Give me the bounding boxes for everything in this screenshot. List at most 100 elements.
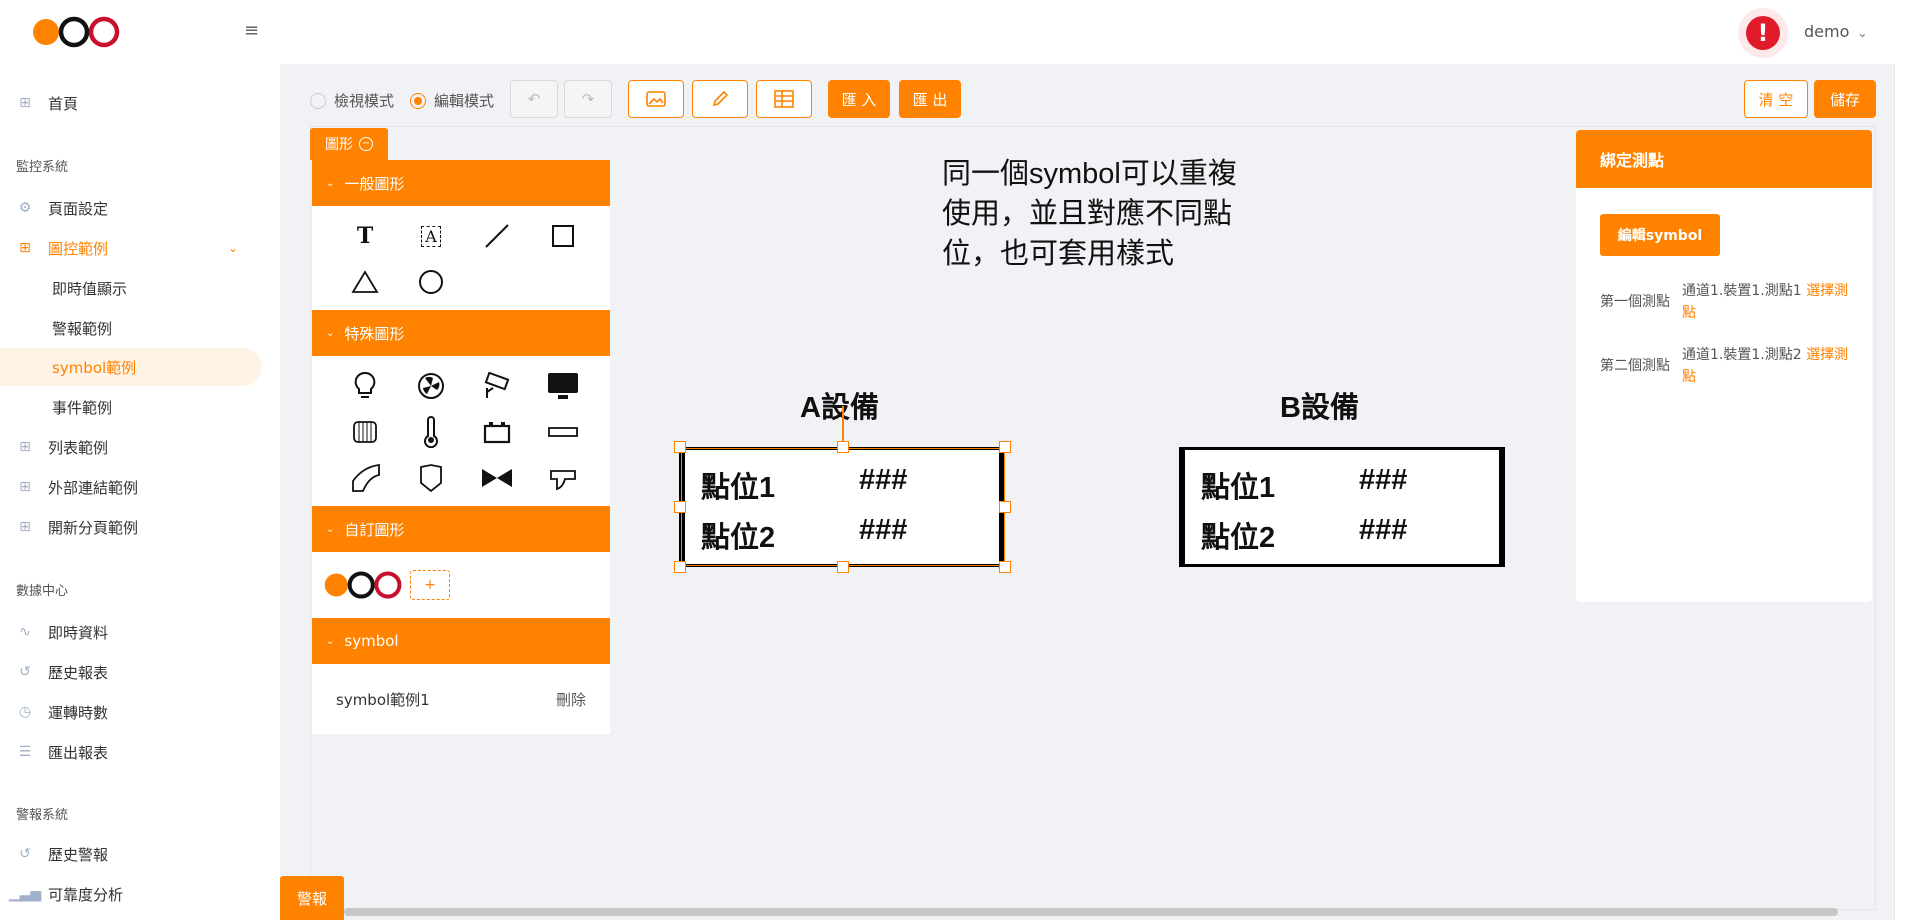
- hamburger-icon[interactable]: ≡: [244, 22, 260, 40]
- history-icon: ↺: [19, 664, 31, 680]
- pipe-icon[interactable]: [530, 416, 596, 448]
- transformer-icon[interactable]: [332, 416, 398, 448]
- edit-symbol-button[interactable]: 編輯symbol: [1600, 214, 1720, 256]
- resize-handle[interactable]: [674, 501, 686, 513]
- view-mode-radio[interactable]: 檢視模式: [310, 90, 394, 111]
- bind-points-panel: 綁定測點 編輯symbol 第一個測點 通道1.裝置1.測點1 選擇測點 第二個…: [1576, 130, 1872, 602]
- point-row-1: 點位1 ###: [1201, 464, 1408, 504]
- grid-icon: ⊞: [19, 240, 31, 256]
- resize-handle[interactable]: [999, 561, 1011, 573]
- symbol-item-name: symbol範例1: [336, 690, 430, 709]
- image-icon: [646, 91, 666, 107]
- undo-button[interactable]: ↶: [510, 80, 558, 118]
- resize-handle[interactable]: [999, 501, 1011, 513]
- sidebar-item-event-example[interactable]: 事件範例: [0, 388, 262, 426]
- selection-outline: [681, 448, 1005, 566]
- sidebar-item-export-report[interactable]: ☰ 匯出報表: [0, 733, 262, 771]
- sidebar-item-realtime-display[interactable]: 即時值顯示: [0, 269, 262, 307]
- chevron-down-icon: ⌄: [1857, 26, 1868, 40]
- user-menu[interactable]: demo ⌄: [1804, 22, 1867, 41]
- equipment-b-symbol[interactable]: 點位1 ### 點位2 ###: [1179, 447, 1505, 567]
- equipment-a-title[interactable]: A設備: [800, 384, 879, 426]
- camera-icon[interactable]: [464, 370, 530, 402]
- sidebar-item-reliability[interactable]: ▁▃▅ 可靠度分析: [0, 875, 262, 913]
- draw-button[interactable]: [692, 80, 748, 118]
- chevron-down-icon: ⌄: [326, 177, 335, 189]
- rectangle-shape-icon[interactable]: [530, 220, 596, 252]
- triangle-shape-icon[interactable]: [332, 266, 398, 298]
- resize-handle[interactable]: [999, 441, 1011, 453]
- chevron-down-icon: ⌄: [326, 523, 335, 535]
- alarm-button[interactable]: 警報: [280, 876, 344, 920]
- custom-shapes-row: +: [312, 552, 610, 618]
- image-button[interactable]: [628, 80, 684, 118]
- resize-handle[interactable]: [837, 441, 849, 453]
- monitor-icon[interactable]: [530, 370, 596, 402]
- sidebar-item-run-hours[interactable]: ◷ 運轉時數: [0, 693, 262, 731]
- sidebar-item-realtime-data[interactable]: ∿ 即時資料: [0, 613, 262, 651]
- sidebar-item-history-alarm[interactable]: ↺ 歷史警報: [0, 835, 262, 873]
- top-bar: ≡ ! demo ⌄: [0, 0, 1906, 64]
- undo-icon: ↶: [527, 90, 541, 108]
- redo-icon: ↷: [581, 90, 595, 108]
- export-button[interactable]: 匯 出: [899, 80, 961, 118]
- table-button[interactable]: [756, 80, 812, 118]
- horizontal-scrollbar[interactable]: [344, 908, 1838, 916]
- import-button[interactable]: 匯 入: [828, 80, 890, 118]
- valve-icon[interactable]: [464, 462, 530, 494]
- section-alarm-system: 警報系統: [16, 808, 69, 823]
- shape-panel-toggle[interactable]: 圖形 −: [310, 128, 388, 160]
- vertical-scrollbar[interactable]: [1894, 64, 1906, 920]
- equipment-b-title[interactable]: B設備: [1280, 384, 1359, 426]
- exclamation-icon[interactable]: !: [1746, 16, 1780, 50]
- symbol-header[interactable]: ⌄ symbol: [312, 618, 610, 664]
- bulb-icon[interactable]: [332, 370, 398, 402]
- sidebar-item-external-link[interactable]: ⊞ 外部連結範例: [0, 468, 262, 506]
- circle-shape-icon[interactable]: [398, 266, 464, 298]
- sidebar-item-alarm-example[interactable]: 警報範例: [0, 309, 262, 347]
- oco-logo[interactable]: [30, 14, 122, 50]
- sidebar-item-list-examples[interactable]: ⊞ 列表範例: [0, 428, 262, 466]
- sidebar: ⊞ 首頁 監控系統 ⚙ 頁面設定 ⊞ 圖控範例 ⌄ 即時值顯示 警報範例 symbol…: [0, 64, 280, 920]
- sidebar-item-history-report[interactable]: ↺ 歷史報表: [0, 653, 262, 691]
- special-shapes-header[interactable]: ⌄ 特殊圖形: [312, 310, 610, 356]
- shape-panel: ⌄ 一般圖形 T A ⌄ 特殊圖形 ⌄ 自訂圖形 + ⌄ symbol symb…: [312, 160, 610, 734]
- pipe-bend-icon[interactable]: [530, 462, 596, 494]
- section-monitor: 監控系統: [16, 160, 69, 175]
- save-button[interactable]: 儲存: [1814, 80, 1876, 118]
- section-data-center: 數據中心: [16, 584, 69, 599]
- sidebar-item-graphic-examples[interactable]: ⊞ 圖控範例 ⌄: [0, 229, 262, 267]
- point-row-2: 點位2 ###: [1201, 514, 1408, 554]
- add-custom-shape-button[interactable]: +: [410, 570, 450, 600]
- custom-shapes-header[interactable]: ⌄ 自訂圖形: [312, 506, 610, 552]
- battery-icon[interactable]: [464, 416, 530, 448]
- sidebar-item-home[interactable]: ⊞ 首頁: [0, 84, 262, 122]
- delete-symbol-button[interactable]: 刪除: [556, 689, 586, 710]
- textbox-shape-icon[interactable]: A: [398, 220, 464, 252]
- oco-logo-custom-shape[interactable]: [322, 569, 404, 601]
- minus-circle-icon: −: [359, 137, 373, 151]
- symbol-list-item[interactable]: symbol範例1 刪除: [312, 664, 610, 734]
- resize-handle[interactable]: [674, 441, 686, 453]
- resize-handle[interactable]: [837, 561, 849, 573]
- clear-button[interactable]: 清 空: [1744, 80, 1808, 118]
- user-name: demo: [1804, 22, 1850, 41]
- table-icon: [774, 90, 794, 108]
- history-icon: ↺: [19, 846, 31, 862]
- thermometer-icon[interactable]: [398, 416, 464, 448]
- general-shapes-grid: T A: [312, 206, 610, 310]
- text-shape-icon[interactable]: T: [332, 220, 398, 252]
- sidebar-item-page-setting[interactable]: ⚙ 頁面設定: [0, 189, 262, 227]
- line-shape-icon[interactable]: [464, 220, 530, 252]
- resize-handle[interactable]: [674, 561, 686, 573]
- sidebar-item-new-tab[interactable]: ⊞ 開新分頁範例: [0, 508, 262, 546]
- redo-button[interactable]: ↷: [564, 80, 612, 118]
- sidebar-item-symbol-example[interactable]: symbol範例: [0, 348, 262, 386]
- elbow-pipe-icon[interactable]: [332, 462, 398, 494]
- canvas-description-text[interactable]: 同一個symbol可以重複 使用，並且對應不同點 位，也可套用樣式: [942, 154, 1262, 274]
- general-shapes-header[interactable]: ⌄ 一般圖形: [312, 160, 610, 206]
- edit-mode-radio[interactable]: 編輯模式: [410, 90, 494, 111]
- fan-icon[interactable]: [398, 370, 464, 402]
- shield-icon[interactable]: [398, 462, 464, 494]
- grid-icon: ⊞: [19, 479, 31, 495]
